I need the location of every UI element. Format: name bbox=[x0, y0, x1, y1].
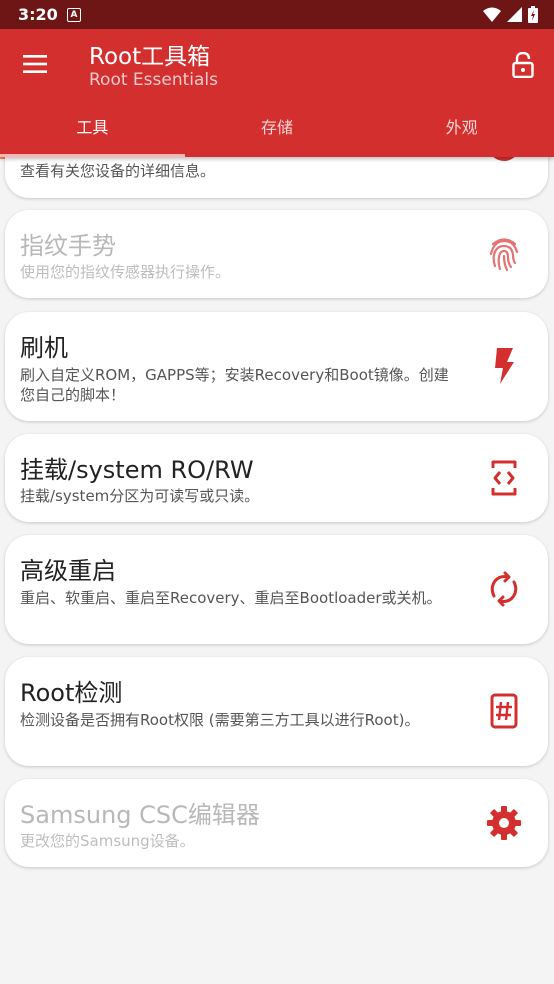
card-desc: 重启、软重启、重启至Recovery、重启至Bootloader或关机。 bbox=[20, 589, 442, 607]
status-time: 3:20 bbox=[18, 5, 58, 24]
card-title: 挂载/system RO/RW bbox=[20, 456, 254, 484]
tab-bar: 工具 存储 外观 bbox=[0, 109, 554, 157]
mount-icon bbox=[486, 460, 522, 496]
card-desc: 使用您的指纹传感器执行操作。 bbox=[20, 263, 231, 281]
gear-icon bbox=[486, 805, 522, 841]
info-icon bbox=[486, 157, 522, 163]
lock-button[interactable] bbox=[508, 49, 538, 81]
card-title: Samsung CSC编辑器 bbox=[20, 801, 260, 829]
card-flash[interactable]: 刷机 刷入自定义ROM，GAPPS等；安装Recovery和Boot镜像。创建您… bbox=[5, 312, 548, 421]
unlock-icon bbox=[512, 52, 534, 78]
card-title: 刷机 bbox=[20, 334, 68, 362]
tab-tools[interactable]: 工具 bbox=[0, 109, 185, 157]
app-subtitle: Root Essentials bbox=[89, 70, 218, 90]
hamburger-menu-icon bbox=[23, 55, 47, 73]
root-check-icon bbox=[486, 693, 522, 729]
card-title: 指纹手势 bbox=[20, 232, 116, 260]
signal-icon bbox=[507, 7, 522, 22]
card-title: Root检测 bbox=[20, 679, 123, 707]
card-desc: 查看有关您设备的详细信息。 bbox=[20, 162, 216, 180]
tab-storage[interactable]: 存储 bbox=[185, 109, 370, 157]
card-advanced-reboot[interactable]: 高级重启 重启、软重启、重启至Recovery、重启至Bootloader或关机… bbox=[5, 535, 548, 644]
app-title: Root工具箱 bbox=[89, 44, 211, 70]
wifi-icon bbox=[483, 7, 501, 22]
card-fingerprint-gestures[interactable]: 指纹手势 使用您的指纹传感器执行操作。 bbox=[5, 210, 548, 298]
tab-appearance[interactable]: 外观 bbox=[369, 109, 554, 157]
card-desc: 刷入自定义ROM，GAPPS等；安装Recovery和Boot镜像。创建您自己的… bbox=[20, 366, 449, 404]
reboot-icon bbox=[486, 571, 522, 607]
card-device-info[interactable]: 查看有关您设备的详细信息。 bbox=[5, 157, 548, 198]
fingerprint-icon bbox=[486, 236, 522, 272]
menu-button[interactable] bbox=[18, 47, 52, 81]
card-mount-system[interactable]: 挂载/system RO/RW 挂载/system分区为可读写或只读。 bbox=[5, 434, 548, 522]
card-samsung-csc-editor[interactable]: Samsung CSC编辑器 更改您的Samsung设备。 bbox=[5, 779, 548, 867]
card-title: 高级重启 bbox=[20, 557, 116, 585]
battery-icon bbox=[528, 6, 538, 23]
status-icons bbox=[483, 6, 538, 23]
notification-a-icon: A bbox=[67, 8, 81, 22]
card-desc: 检测设备是否拥有Root权限 (需要第三方工具以进行Root)。 bbox=[20, 711, 420, 729]
card-desc: 更改您的Samsung设备。 bbox=[20, 832, 195, 850]
app-bar: Root工具箱 Root Essentials 工具 存储 外观 bbox=[0, 29, 554, 157]
card-root-check[interactable]: Root检测 检测设备是否拥有Root权限 (需要第三方工具以进行Root)。 bbox=[5, 657, 548, 766]
flash-icon bbox=[486, 348, 522, 384]
status-bar: 3:20 A bbox=[0, 0, 554, 29]
card-desc: 挂载/system分区为可读写或只读。 bbox=[20, 487, 260, 505]
tools-list[interactable]: 查看有关您设备的详细信息。 指纹手势 使用您的指纹传感器执行操作。 刷机 刷入自… bbox=[0, 157, 554, 984]
